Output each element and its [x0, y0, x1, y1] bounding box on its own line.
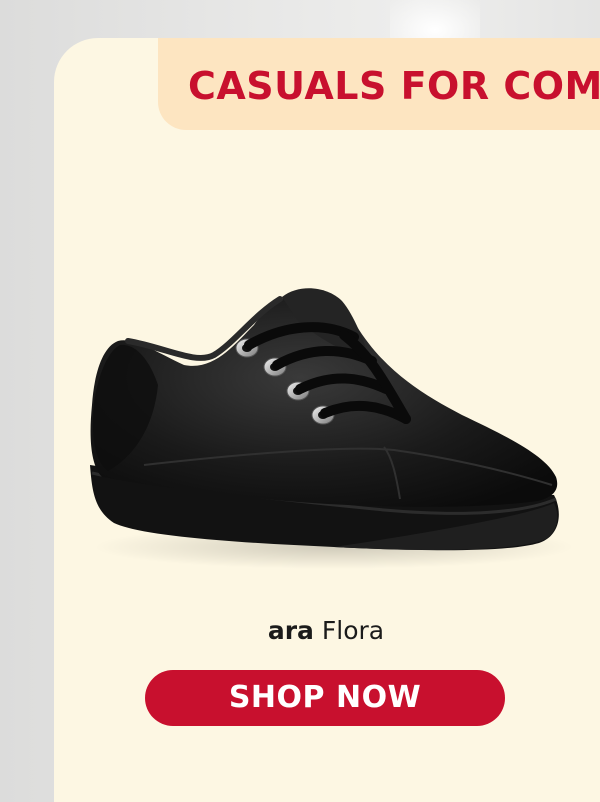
headline-banner: CASUALS FOR COMFORT — [158, 38, 600, 130]
product-model: Flora — [321, 616, 385, 645]
product-name: ara Flora — [0, 616, 600, 645]
shop-now-button[interactable]: SHOP NOW — [145, 670, 505, 726]
product-brand: ara — [267, 616, 314, 645]
headline-text: CASUALS FOR COMFORT — [188, 64, 600, 108]
promo-screen: CASUALS FOR COMFORT — [0, 0, 600, 802]
product-shoe-image[interactable] — [84, 285, 574, 590]
